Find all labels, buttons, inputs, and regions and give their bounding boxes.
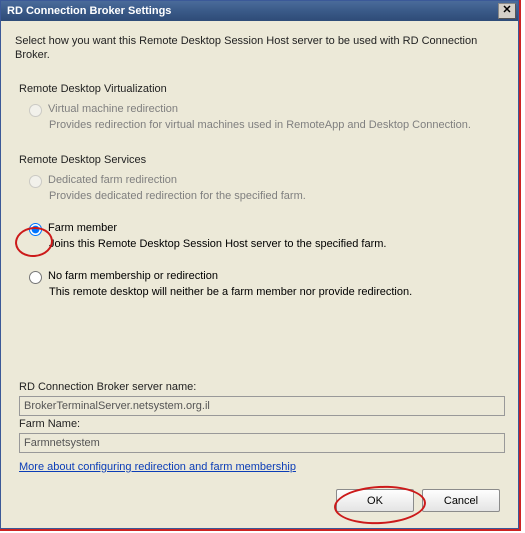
option-no-membership-label: No farm membership or redirection bbox=[48, 270, 218, 282]
radio-vm-redirection bbox=[29, 104, 42, 117]
option-farm-member-label: Farm member bbox=[48, 222, 117, 234]
option-farm-member[interactable]: Farm member bbox=[29, 222, 504, 236]
titlebar: RD Connection Broker Settings ✕ bbox=[1, 1, 518, 21]
option-dedicated-farm: Dedicated farm redirection bbox=[29, 174, 504, 188]
broker-name-label: RD Connection Broker server name: bbox=[19, 381, 504, 393]
option-farm-member-desc: Joins this Remote Desktop Session Host s… bbox=[49, 238, 504, 252]
farm-name-input[interactable] bbox=[19, 433, 505, 453]
dialog-content: Select how you want this Remote Desktop … bbox=[1, 21, 518, 528]
radio-farm-member[interactable] bbox=[29, 223, 42, 236]
option-vm-redirection-label: Virtual machine redirection bbox=[48, 103, 178, 115]
option-vm-redirection-desc: Provides redirection for virtual machine… bbox=[49, 119, 504, 133]
dialog-window: RD Connection Broker Settings ✕ Select h… bbox=[0, 0, 519, 529]
farm-name-label: Farm Name: bbox=[19, 418, 504, 430]
intro-text: Select how you want this Remote Desktop … bbox=[15, 35, 504, 63]
close-icon[interactable]: ✕ bbox=[498, 3, 516, 19]
section-heading-virtualization: Remote Desktop Virtualization bbox=[19, 83, 504, 95]
ok-button[interactable]: OK bbox=[336, 489, 414, 512]
radio-dedicated-farm bbox=[29, 175, 42, 188]
more-info-link[interactable]: More about configuring redirection and f… bbox=[19, 461, 296, 473]
window-title: RD Connection Broker Settings bbox=[7, 5, 498, 17]
radio-no-membership[interactable] bbox=[29, 271, 42, 284]
broker-name-input[interactable] bbox=[19, 396, 505, 416]
option-no-membership-desc: This remote desktop will neither be a fa… bbox=[49, 286, 504, 300]
option-dedicated-farm-desc: Provides dedicated redirection for the s… bbox=[49, 190, 504, 204]
option-dedicated-farm-label: Dedicated farm redirection bbox=[48, 174, 177, 186]
option-no-membership[interactable]: No farm membership or redirection bbox=[29, 270, 504, 284]
option-vm-redirection: Virtual machine redirection bbox=[29, 103, 504, 117]
dialog-button-row: OK Cancel bbox=[15, 489, 500, 512]
cancel-button[interactable]: Cancel bbox=[422, 489, 500, 512]
section-heading-services: Remote Desktop Services bbox=[19, 154, 504, 166]
